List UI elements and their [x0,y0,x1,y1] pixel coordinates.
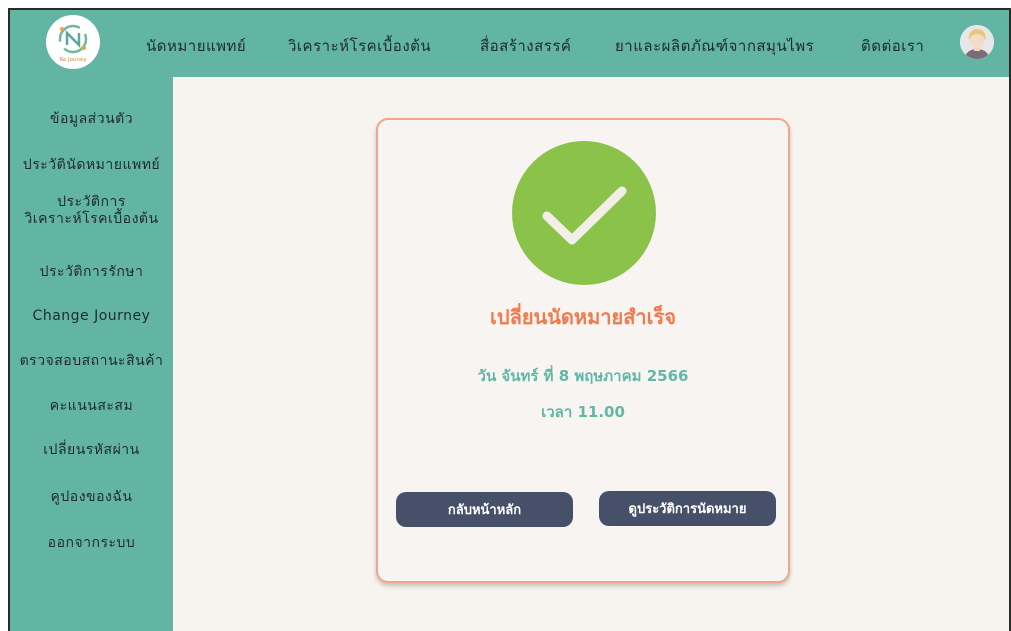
sidebar-item-diagnosis-history-line1[interactable]: ประวัติการ [10,193,173,211]
sidebar-item-change-journey[interactable]: Change Journey [10,307,173,325]
user-avatar-icon [960,25,994,59]
sidebar-item-points[interactable]: คะแนนสะสม [10,397,173,415]
logo-icon: Re Jouney [58,24,87,63]
avatar[interactable] [960,25,994,59]
nav-diagnosis[interactable]: วิเคราะห์โรคเบื้องต้น [288,34,431,58]
confirmation-title: เปลี่ยนนัดหมายสำเร็จ [490,305,676,329]
sidebar-item-appointment-history[interactable]: ประวัตินัดหมายแพทย์ [10,156,173,174]
appointment-time: เวลา 11.00 [541,403,625,421]
logo-text: Re Jouney [59,57,87,63]
nav-herbal-products[interactable]: ยาและผลิตภัณฑ์จากสมุนไพร [615,34,814,58]
logo[interactable]: Re Jouney [46,15,100,69]
sidebar-item-treatment-history[interactable]: ประวัติการรักษา [10,263,173,281]
sidebar-item-coupons[interactable]: คูปองของฉัน [10,488,173,506]
sidebar-item-profile[interactable]: ข้อมูลส่วนตัว [10,110,173,128]
app-window: Re Jouney นัดหมายแพทย์ วิเคราะห์โรคเบื้อ… [8,8,1011,631]
sidebar-item-diagnosis-history-line2[interactable]: วิเคราะห์โรคเบื้องต้น [10,210,173,228]
nav-appointment[interactable]: นัดหมายแพทย์ [146,34,246,58]
nav-media[interactable]: สื่อสร้างสรรค์ [480,34,571,58]
appointment-date: วัน จันทร์ ที่ 8 พฤษภาคม 2566 [477,367,689,385]
sidebar-item-logout[interactable]: ออกจากระบบ [10,534,173,552]
appointment-history-button[interactable]: ดูประวัติการนัดหมาย [599,491,776,526]
nav-contact[interactable]: ติดต่อเรา [861,34,924,58]
sidebar-item-order-status[interactable]: ตรวจสอบสถานะสินค้า [10,352,173,370]
sidebar: ข้อมูลส่วนตัว ประวัตินัดหมายแพทย์ ประวัต… [10,77,173,631]
check-circle-icon [512,141,656,285]
top-navbar: Re Jouney นัดหมายแพทย์ วิเคราะห์โรคเบื้อ… [10,10,1009,77]
sidebar-item-change-password[interactable]: เปลี่ยนรหัสผ่าน [10,441,173,459]
back-home-button[interactable]: กลับหน้าหลัก [396,492,573,527]
